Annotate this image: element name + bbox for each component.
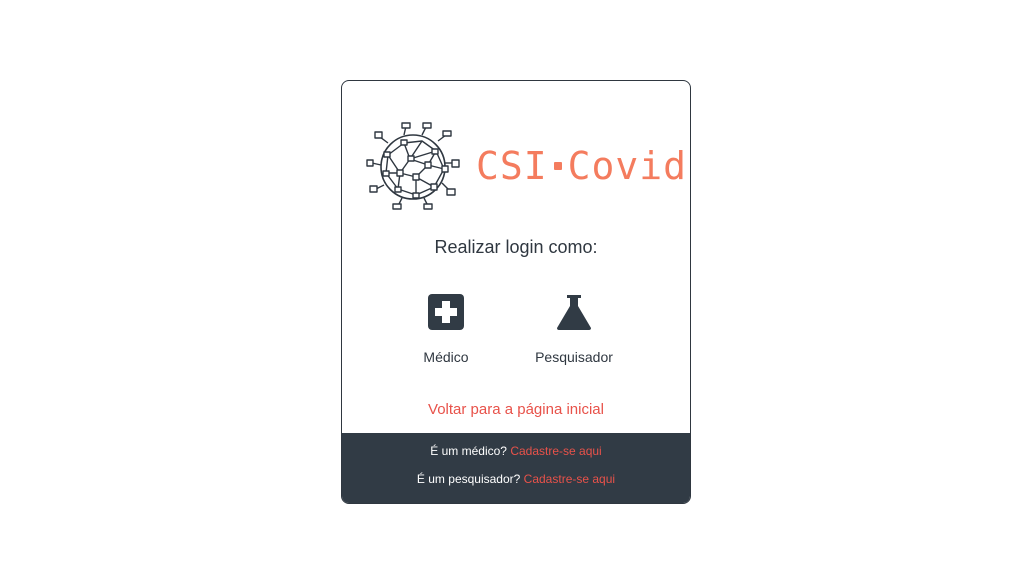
back-to-home-link[interactable]: Voltar para a página inicial <box>342 401 690 418</box>
login-heading: Realizar login como: <box>434 237 598 257</box>
brand-name-part1: CSI <box>476 144 548 188</box>
brand-name: CSI Covid <box>476 144 687 188</box>
login-option-pesquisador[interactable]: Pesquisador <box>514 293 634 365</box>
login-option-medico-label: Médico <box>423 349 469 365</box>
researcher-signup-link[interactable]: Cadastre-se aqui <box>524 472 615 486</box>
researcher-signup-prompt: É um pesquisador? <box>416 472 521 486</box>
brand-dot <box>553 161 562 170</box>
doctor-signup-prompt: É um médico? <box>430 444 507 458</box>
medical-cross-icon <box>428 294 464 330</box>
researcher-signup-row: É um pesquisador? Cadastre-se aqui <box>342 472 690 486</box>
doctor-signup-row: É um médico? Cadastre-se aqui <box>342 444 690 458</box>
login-card: CSI Covid Realizar login como: Médico Pes… <box>341 80 691 504</box>
signup-footer: É um médico? Cadastre-se aqui É um pesqu… <box>342 433 690 503</box>
flask-icon <box>557 295 591 330</box>
login-option-medico[interactable]: Médico <box>386 293 506 365</box>
login-option-pesquisador-label: Pesquisador <box>535 349 613 365</box>
brand-name-part2: Covid <box>567 144 688 188</box>
logo: CSI Covid <box>366 121 687 211</box>
doctor-signup-link[interactable]: Cadastre-se aqui <box>510 444 601 458</box>
virus-icon <box>366 122 460 210</box>
